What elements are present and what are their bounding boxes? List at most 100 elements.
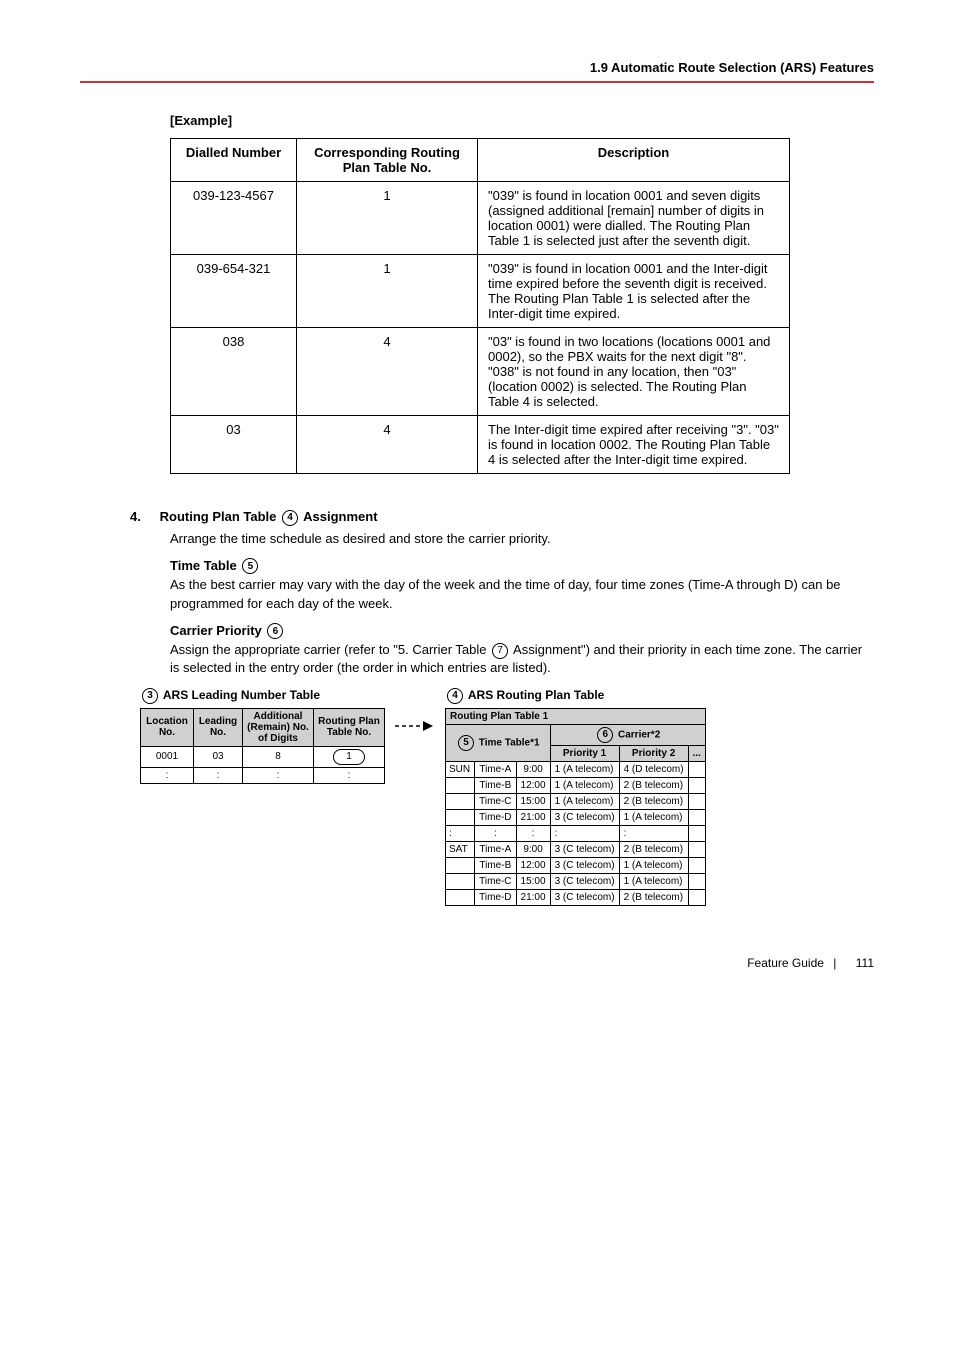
cell: Time-B [475,857,516,873]
cell [688,841,705,857]
cell: 3 (C telecom) [550,889,619,905]
cell: : [550,825,619,841]
lnt-header: Leading No. [194,708,243,746]
cell [688,889,705,905]
cell [688,873,705,889]
table-row: Time-B 12:00 1 (A telecom) 2 (B telecom) [446,777,706,793]
circled-6-icon: 6 [597,727,613,743]
routing-plan-title-text: ARS Routing Plan Table [468,688,604,702]
table-row: Time-C 15:00 3 (C telecom) 1 (A telecom) [446,873,706,889]
example-header-1: Dialled Number [171,139,297,182]
cell: 2 (B telecom) [619,793,688,809]
example-label: [Example] [170,113,874,128]
table-row: SUN Time-A 9:00 1 (A telecom) 4 (D telec… [446,761,706,777]
table-row: 039-123-4567 1 "039" is found in locatio… [171,182,790,255]
cell: 03 [171,416,297,474]
cell: 9:00 [516,841,550,857]
table-row: : : : : [141,767,385,783]
cell: 8 [243,746,314,767]
cell: 9:00 [516,761,550,777]
lnt-header: Location No. [141,708,194,746]
circled-3-icon: 3 [142,688,158,704]
diagram-row: 3 ARS Leading Number Table Location No. … [140,688,874,906]
cell: 12:00 [516,777,550,793]
cell [688,857,705,873]
subheading: Carrier Priority 6 [170,623,874,640]
cell: Time-D [475,809,516,825]
routing-plan-block: 4 ARS Routing Plan Table Routing Plan Ta… [445,688,706,906]
cell: : [243,767,314,783]
step-heading: 4. Routing Plan Table 4 Assignment [170,509,874,526]
table-row: Time-B 12:00 3 (C telecom) 1 (A telecom) [446,857,706,873]
leading-table-title: 3 ARS Leading Number Table [140,688,385,704]
subheading: Time Table 5 [170,558,874,575]
table-row: SAT Time-A 9:00 3 (C telecom) 2 (B telec… [446,841,706,857]
routing-plan-table: Routing Plan Table 1 5 Time Table*1 6 Ca… [445,708,706,906]
table-row: Time-C 15:00 1 (A telecom) 2 (B telecom) [446,793,706,809]
cell: : [475,825,516,841]
cell: 21:00 [516,889,550,905]
page-number: 111 [856,956,874,970]
circled-4-icon: 4 [447,688,463,704]
cell: "039" is found in location 0001 and the … [478,255,790,328]
cell: 2 (B telecom) [619,841,688,857]
circled-6-icon: 6 [267,623,283,639]
cell [446,873,475,889]
circled-7-icon: 7 [492,643,508,659]
routing-plan-subtitle: Routing Plan Table 1 [446,708,706,724]
table-row: 03 4 The Inter-digit time expired after … [171,416,790,474]
cell: : [194,767,243,783]
cell: 03 [194,746,243,767]
cell: 1 (A telecom) [550,761,619,777]
cell: 1 [297,182,478,255]
cell [446,777,475,793]
cell: 15:00 [516,873,550,889]
cell [446,809,475,825]
example-table: Dialled Number Corresponding Routing Pla… [170,138,790,474]
paragraph: As the best carrier may vary with the da… [170,576,874,612]
cell: 1 [314,746,385,767]
cell: 3 (C telecom) [550,841,619,857]
cell: The Inter-digit time expired after recei… [478,416,790,474]
cell: : [446,825,475,841]
arrow-link [395,688,435,906]
cell: 1 (A telecom) [550,793,619,809]
time-table-header: 5 Time Table*1 [446,724,551,761]
cell: 2 (B telecom) [619,777,688,793]
cell [688,809,705,825]
cell: 2 (B telecom) [619,889,688,905]
cell: Time-A [475,761,516,777]
circled-4-icon: 4 [282,510,298,526]
table-row: Time-D 21:00 3 (C telecom) 1 (A telecom) [446,809,706,825]
cell [446,889,475,905]
cell: 4 [297,328,478,416]
paragraph: Arrange the time schedule as desired and… [170,530,874,548]
page-footer: Feature Guide | 111 [80,956,874,970]
paragraph-text: Assign the appropriate carrier (refer to… [170,642,487,657]
leading-table-title-text: ARS Leading Number Table [163,688,320,702]
table-row: 039-654-321 1 "039" is found in location… [171,255,790,328]
cell: 3 (C telecom) [550,809,619,825]
cell: : [619,825,688,841]
cell: 1 (A telecom) [550,777,619,793]
example-header-2: Corresponding Routing Plan Table No. [297,139,478,182]
subheading-text: Carrier Priority [170,623,262,638]
cell: : [516,825,550,841]
priority2-header: Priority 2 [619,745,688,761]
arrow-icon [395,716,435,736]
cell: Time-D [475,889,516,905]
cell: 1 (A telecom) [619,857,688,873]
cell: "03" is found in two locations (location… [478,328,790,416]
cell: 1 [297,255,478,328]
cell: SUN [446,761,475,777]
leading-number-table: Location No. Leading No. Additional (Rem… [140,708,385,784]
cell [446,793,475,809]
table-row: 038 4 "03" is found in two locations (lo… [171,328,790,416]
cell [688,777,705,793]
cell: 0001 [141,746,194,767]
cell: 15:00 [516,793,550,809]
cell [688,825,705,841]
cell: 1 (A telecom) [619,873,688,889]
routing-plan-title: 4 ARS Routing Plan Table [445,688,706,704]
cell: Time-A [475,841,516,857]
